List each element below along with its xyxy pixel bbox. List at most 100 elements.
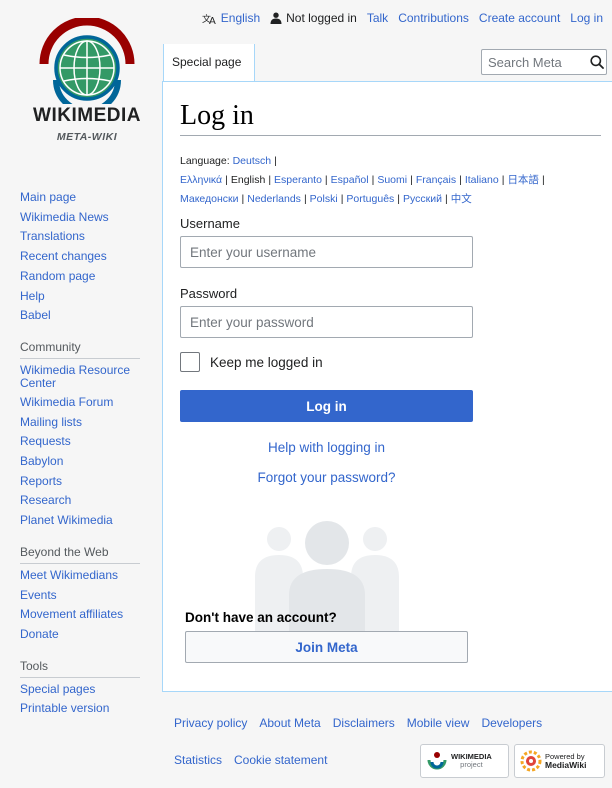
sidebar-item-research[interactable]: Research <box>20 491 160 511</box>
log-in-button[interactable]: Log in <box>180 390 473 422</box>
sidebar-item-donate[interactable]: Donate <box>20 625 160 645</box>
site-logo[interactable]: WIKIMEDIA META-WIKI <box>12 18 162 150</box>
sidebar-item-babel[interactable]: Babel <box>20 306 160 326</box>
user-icon <box>270 12 282 24</box>
footer-statistics[interactable]: Statistics <box>174 753 222 767</box>
password-label: Password <box>180 286 238 301</box>
language-item-es[interactable]: Español <box>331 174 369 186</box>
language-item-fi[interactable]: Suomi <box>377 174 407 186</box>
anon-status: Not logged in <box>270 11 357 25</box>
language-link[interactable]: English <box>221 11 260 25</box>
language-item-pt[interactable]: Português <box>346 193 394 205</box>
sidebar-beyond: Meet Wikimedians Events Movement affilia… <box>20 566 160 645</box>
mediawiki-flower-icon <box>520 750 542 772</box>
language-item-en-current: English <box>230 174 266 186</box>
footer-cookie-statement[interactable]: Cookie statement <box>234 753 327 767</box>
language-separator: | <box>397 193 401 205</box>
language-separator: | <box>274 155 277 167</box>
footer-disclaimers[interactable]: Disclaimers <box>333 716 395 730</box>
sidebar-item-meet-wikimedians[interactable]: Meet Wikimedians <box>20 566 160 586</box>
language-separator: | <box>340 193 344 205</box>
sidebar-item-wikimedia-news[interactable]: Wikimedia News <box>20 208 160 228</box>
language-separator: | <box>501 174 505 186</box>
footer-mobile-view[interactable]: Mobile view <box>407 716 470 730</box>
sidebar-item-mailing-lists[interactable]: Mailing lists <box>20 413 160 433</box>
sidebar-item-random-page[interactable]: Random page <box>20 267 160 287</box>
language-item-zh[interactable]: 中文 <box>451 193 472 205</box>
checkbox-box[interactable] <box>180 352 200 372</box>
language-separator: | <box>241 193 245 205</box>
sidebar-heading-community: Community <box>20 339 140 359</box>
sidebar-heading-tools: Tools <box>20 658 140 678</box>
language-list: Language: Deutsch |Ελληνικά | English | Esper… <box>180 152 605 209</box>
sidebar-item-events[interactable]: Events <box>20 586 160 606</box>
language-separator: | <box>371 174 375 186</box>
sidebar-item-main-page[interactable]: Main page <box>20 188 160 208</box>
language-item-it[interactable]: Italiano <box>465 174 499 186</box>
badge-project-text: project <box>460 760 483 769</box>
footer-about-meta[interactable]: About Meta <box>259 716 320 730</box>
sidebar-item-wikimedia-forum[interactable]: Wikimedia Forum <box>20 393 160 413</box>
username-input[interactable] <box>180 236 473 268</box>
page-title: Log in <box>180 100 254 131</box>
mediawiki-badge-text: Powered by MediaWiki <box>545 752 587 770</box>
search-box[interactable] <box>481 49 607 75</box>
sidebar-heading-beyond-the-web: Beyond the Web <box>20 544 140 564</box>
language-item-el[interactable]: Ελληνικά <box>180 174 222 186</box>
no-account-heading: Don't have an account? <box>185 610 337 625</box>
language-item-pl[interactable]: Polski <box>310 193 338 205</box>
create-account-link[interactable]: Create account <box>479 11 560 25</box>
language-separator: | <box>445 193 448 205</box>
language-item-mk[interactable]: Македонски <box>180 193 239 205</box>
footer-privacy-policy[interactable]: Privacy policy <box>174 716 247 730</box>
footer-links: Privacy policy About Meta Disclaimers Mo… <box>174 716 542 730</box>
forgot-password-link[interactable]: Forgot your password? <box>180 470 473 485</box>
sidebar-item-printable-version[interactable]: Printable version <box>20 699 160 719</box>
sidebar-item-resource-center[interactable]: Wikimedia Resource Center <box>20 361 160 393</box>
password-input[interactable] <box>180 306 473 338</box>
language-item-fr[interactable]: Français <box>416 174 456 186</box>
language-item-eo[interactable]: Esperanto <box>274 174 322 186</box>
contributions-link[interactable]: Contributions <box>398 11 469 25</box>
language-separator: | <box>303 193 307 205</box>
title-divider <box>180 135 601 136</box>
log-in-link[interactable]: Log in <box>570 11 603 25</box>
search-icon[interactable] <box>588 52 606 72</box>
language-selector[interactable]: 文 A English <box>202 11 260 25</box>
tab-special-page-label: Special page <box>172 55 242 69</box>
sidebar-community: Wikimedia Resource Center Wikimedia Foru… <box>20 361 160 531</box>
username-label: Username <box>180 216 240 231</box>
sidebar-item-movement-affiliates[interactable]: Movement affiliates <box>20 605 160 625</box>
language-item-ru[interactable]: Русский <box>403 193 442 205</box>
wikimedia-project-badge[interactable]: WIKIMEDIA project <box>420 744 509 778</box>
join-meta-button[interactable]: Join Meta <box>185 631 468 663</box>
sidebar-navigation: Main page Wikimedia News Translations Re… <box>20 188 160 326</box>
wikimedia-globe-icon <box>39 18 135 104</box>
svg-text:A: A <box>209 16 216 25</box>
main-content: Log in Language: Deutsch |Ελληνικά | Englis… <box>162 81 612 692</box>
sidebar-item-planet-wikimedia[interactable]: Planet Wikimedia <box>20 511 160 531</box>
language-item-ja[interactable]: 日本語 <box>507 174 539 186</box>
help-logging-in-link[interactable]: Help with logging in <box>180 440 473 455</box>
sidebar-tools: Special pages Printable version <box>20 680 160 719</box>
footer-developers[interactable]: Developers <box>481 716 542 730</box>
not-logged-in-text: Not logged in <box>286 11 357 25</box>
sidebar-item-requests[interactable]: Requests <box>20 432 160 452</box>
language-item-de[interactable]: Deutsch <box>233 155 272 167</box>
sidebar-item-reports[interactable]: Reports <box>20 472 160 492</box>
sidebar-item-special-pages[interactable]: Special pages <box>20 680 160 700</box>
language-separator: | <box>324 174 328 186</box>
keep-logged-in-checkbox[interactable]: Keep me logged in <box>180 352 323 372</box>
language-item-nl[interactable]: Nederlands <box>247 193 301 205</box>
tab-special-page[interactable]: Special page <box>163 44 255 82</box>
sidebar-item-translations[interactable]: Translations <box>20 227 160 247</box>
language-separator: | <box>410 174 413 186</box>
language-separator: | <box>268 174 272 186</box>
search-input[interactable] <box>482 53 588 71</box>
sidebar-item-recent-changes[interactable]: Recent changes <box>20 247 160 267</box>
language-label: Language: <box>180 155 230 167</box>
sidebar-item-babylon[interactable]: Babylon <box>20 452 160 472</box>
sidebar-item-help[interactable]: Help <box>20 287 160 307</box>
talk-link[interactable]: Talk <box>367 11 388 25</box>
powered-by-mediawiki-badge[interactable]: Powered by MediaWiki <box>514 744 605 778</box>
